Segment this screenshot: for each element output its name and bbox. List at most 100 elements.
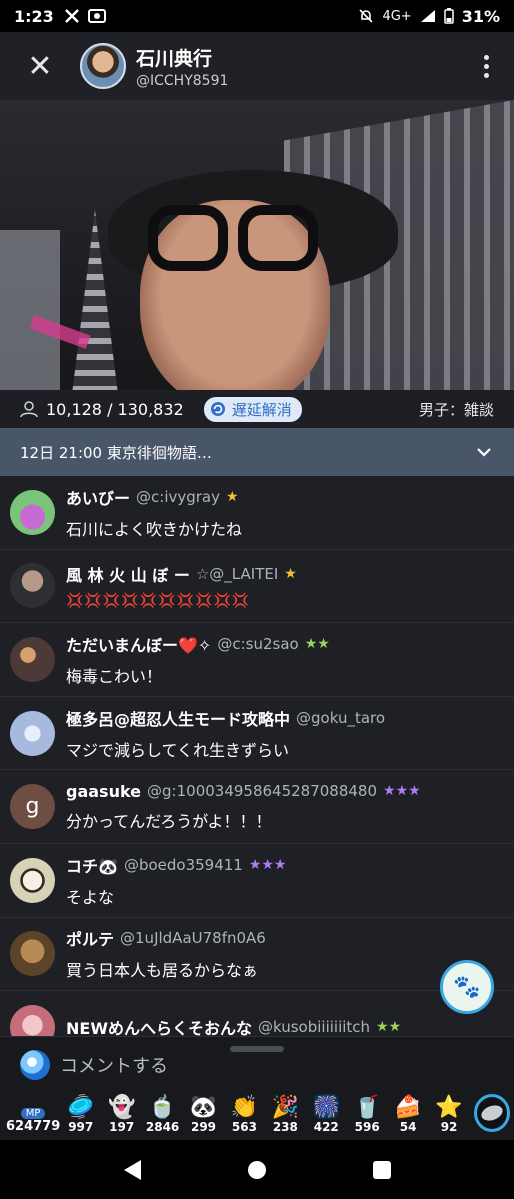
commenter-avatar[interactable] bbox=[10, 931, 55, 977]
commenter-handle: @c:ivygray bbox=[136, 487, 220, 506]
commenter-avatar[interactable] bbox=[10, 1004, 55, 1036]
back-icon[interactable] bbox=[123, 1159, 141, 1180]
gift-item[interactable]: 🎉 238 bbox=[265, 1095, 306, 1135]
battery-percent: 31% bbox=[461, 6, 500, 26]
commenter-name[interactable]: あいびー bbox=[66, 485, 130, 509]
comment-text: マジで減らしてくれ生きずらい bbox=[66, 740, 290, 760]
commenter-handle: @boedo359411 bbox=[123, 855, 243, 874]
gift-item[interactable]: 🥏 997 bbox=[60, 1095, 101, 1135]
gift-item[interactable]: 👻 197 bbox=[101, 1096, 142, 1135]
status-bar: 1:23 4G+ 31% bbox=[0, 0, 514, 32]
system-nav-bar bbox=[0, 1140, 514, 1199]
commenter-handle: @c:su2sao bbox=[217, 634, 299, 653]
coin-icon bbox=[478, 1102, 505, 1124]
commenter-avatar[interactable] bbox=[10, 857, 55, 903]
mp-balance[interactable]: MP 624779 bbox=[6, 1108, 60, 1134]
comment-item[interactable]: あいびー @c:ivygray ★ 石川によく吹きかけたね bbox=[0, 476, 514, 550]
gift-item[interactable]: 🍰 54 bbox=[388, 1095, 429, 1135]
commenter-avatar[interactable]: g bbox=[10, 784, 55, 830]
commenter-name[interactable]: コチ🐼 bbox=[66, 853, 118, 877]
gift-item[interactable]: 🥤 596 bbox=[347, 1096, 388, 1135]
supporter-badge-icon: ★ bbox=[226, 488, 239, 505]
supporter-badge-icon: ★ bbox=[284, 566, 297, 583]
broadcaster-handle: @ICCHY8591 bbox=[136, 72, 229, 89]
status-time: 1:23 bbox=[14, 6, 54, 26]
comment-item[interactable]: ポルテ @1uJldAaU78fn0A6 買う日本人も居るからなぁ bbox=[0, 918, 514, 992]
delay-fix-label: 遅延解消 bbox=[231, 400, 292, 419]
comment-input-bar[interactable]: コメントする bbox=[0, 1036, 514, 1092]
drag-handle[interactable] bbox=[230, 1046, 284, 1052]
gift-count: 54 bbox=[399, 1120, 417, 1134]
sticker-floating-button[interactable]: 🐾 bbox=[440, 960, 494, 1014]
commenter-name[interactable]: NEWめんへらくそおんな bbox=[66, 1015, 252, 1036]
close-button[interactable]: ✕ bbox=[0, 32, 80, 100]
stream-stats-bar: 10,128 / 130,832 遅延解消 男子：雑談 bbox=[0, 390, 514, 428]
commenter-name[interactable]: ポルテ bbox=[66, 926, 114, 950]
clap-gift-icon: 👏 bbox=[230, 1095, 259, 1120]
commenter-name[interactable]: gaasuke bbox=[66, 782, 141, 801]
screen-record-icon bbox=[87, 9, 106, 23]
network-type: 4G+ bbox=[382, 8, 412, 24]
commenter-name[interactable]: 風 林 火 山 ぼ ー bbox=[66, 562, 190, 586]
gift-item[interactable]: 🎆 422 bbox=[306, 1096, 347, 1135]
commenter-avatar[interactable] bbox=[10, 636, 55, 682]
comment-item[interactable]: NEWめんへらくそおんな @kusobiiiiiiitch ★★ bbox=[0, 991, 514, 1036]
comment-list[interactable]: あいびー @c:ivygray ★ 石川によく吹きかけたね 風 林 火 山 ぼ … bbox=[0, 476, 514, 1036]
delay-fix-button[interactable]: 遅延解消 bbox=[203, 396, 302, 422]
comment-text: 💢💢💢💢💢💢💢💢💢💢 bbox=[66, 593, 251, 610]
party-gift-icon: 🎉 bbox=[271, 1095, 300, 1120]
schedule-text: 12日 21:00 東京徘徊物語… bbox=[20, 443, 212, 462]
commenter-handle: ☆@_LAITEI bbox=[195, 565, 279, 584]
gift-count: 422 bbox=[313, 1120, 339, 1134]
recent-apps-icon[interactable] bbox=[372, 1160, 391, 1179]
comment-text: 分かってんだろうがよ！！！ bbox=[66, 811, 272, 831]
commenter-avatar[interactable] bbox=[10, 710, 55, 756]
signal-icon bbox=[420, 10, 435, 22]
home-icon[interactable] bbox=[247, 1160, 266, 1179]
broadcaster-avatar[interactable] bbox=[80, 43, 126, 89]
mute-bell-icon bbox=[359, 9, 374, 23]
comment-item[interactable]: ただいまんぼー❤️✧ @c:su2sao ★★ 梅毒こわい！ bbox=[0, 623, 514, 697]
comment-text: そよな bbox=[66, 887, 115, 907]
commenter-avatar[interactable] bbox=[10, 489, 55, 535]
commenter-name[interactable]: ただいまんぼー❤️✧ bbox=[66, 632, 211, 656]
user-mp-icon[interactable] bbox=[20, 1049, 50, 1080]
comment-input[interactable]: コメントする bbox=[60, 1052, 168, 1078]
comment-item[interactable]: g gaasuke @g:100034958645287088480 ★★★ 分… bbox=[0, 770, 514, 844]
supporter-badge-icon: ★★★ bbox=[248, 856, 287, 873]
commenter-handle: @kusobiiiiiiitch bbox=[257, 1018, 371, 1036]
gift-count: 238 bbox=[272, 1120, 298, 1134]
comment-item[interactable]: 極多呂@超忍人生モード攻略中 @goku_taro マジで減らしてくれ生きずらい bbox=[0, 697, 514, 771]
avatar-letter: g bbox=[25, 794, 40, 820]
broadcaster-name[interactable]: 石川典行 bbox=[136, 44, 228, 71]
live-video-player[interactable] bbox=[0, 100, 514, 390]
gift-item[interactable]: ⭐ 92 bbox=[429, 1096, 470, 1135]
viewer-icon bbox=[20, 401, 38, 418]
comment-item[interactable]: 風 林 火 山 ぼ ー ☆@_LAITEI ★ 💢💢💢💢💢💢💢💢💢💢 bbox=[0, 550, 514, 624]
comment-text: 買う日本人も居るからなぁ bbox=[66, 961, 259, 981]
commenter-name[interactable]: 極多呂@超忍人生モード攻略中 bbox=[66, 706, 290, 730]
stream-category[interactable]: 男子：雑談 bbox=[419, 399, 494, 420]
gift-item[interactable]: 🐼 299 bbox=[183, 1096, 224, 1135]
gift-bar[interactable]: MP 624779 🥏 997 👻 197 🍵 2846 🐼 299 👏 563 🎉 238… bbox=[0, 1092, 514, 1140]
gift-count: 197 bbox=[109, 1120, 135, 1134]
commenter-avatar[interactable] bbox=[10, 563, 55, 609]
commenter-handle: @g:100034958645287088480 bbox=[147, 782, 378, 801]
comment-text: 石川によく吹きかけたね bbox=[66, 519, 243, 539]
gift-menu-button[interactable] bbox=[473, 1094, 510, 1132]
comment-item[interactable]: コチ🐼 @boedo359411 ★★★ そよな bbox=[0, 844, 514, 918]
more-options-button[interactable] bbox=[458, 32, 514, 100]
viewer-count: 10,128 / 130,832 bbox=[46, 399, 184, 419]
cake-gift-icon: 🍰 bbox=[394, 1095, 422, 1120]
gift-item[interactable]: 👏 563 bbox=[224, 1095, 265, 1135]
supporter-badge-icon: ★★ bbox=[304, 635, 330, 652]
gift-count: 596 bbox=[354, 1120, 380, 1134]
schedule-banner[interactable]: 12日 21:00 東京徘徊物語… bbox=[0, 428, 514, 476]
gift-item[interactable]: 🍵 2846 bbox=[142, 1095, 183, 1135]
tea-gift-icon: 🍵 bbox=[148, 1095, 177, 1120]
close-icon: ✕ bbox=[27, 48, 53, 84]
gift-count: 563 bbox=[231, 1120, 257, 1134]
disc-gift-icon: 🥏 bbox=[67, 1095, 95, 1120]
commenter-handle: @1uJldAaU78fn0A6 bbox=[120, 929, 266, 948]
chevron-down-icon bbox=[477, 448, 491, 457]
